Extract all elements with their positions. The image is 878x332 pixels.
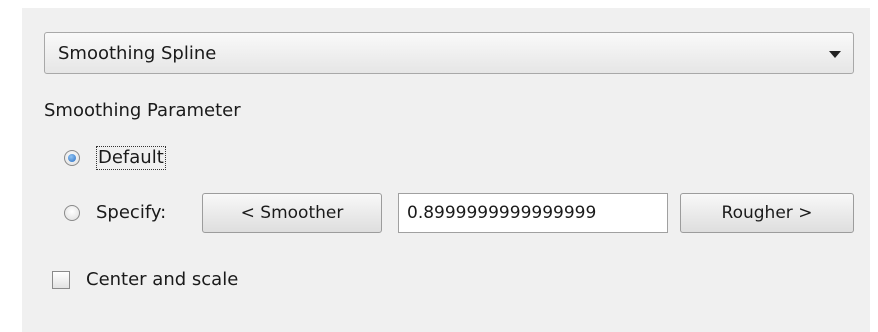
fit-type-selected: Smoothing Spline — [58, 43, 217, 64]
center-scale-checkbox[interactable] — [52, 271, 70, 289]
fit-options-panel: Smoothing Spline Smoothing Parameter Def… — [22, 8, 870, 332]
rougher-button[interactable]: Rougher > — [680, 193, 854, 233]
center-scale-label[interactable]: Center and scale — [86, 269, 238, 291]
default-radio-label[interactable]: Default — [96, 146, 166, 170]
chevron-down-icon — [829, 51, 841, 58]
smoother-button[interactable]: < Smoother — [202, 193, 382, 233]
fit-type-dropdown[interactable]: Smoothing Spline — [44, 32, 854, 74]
default-radio[interactable] — [64, 150, 80, 166]
smoothing-parameter-input[interactable]: 0.8999999999999999 — [398, 193, 668, 233]
specify-radio-label[interactable]: Specify: — [96, 202, 166, 224]
smoothing-parameter-title: Smoothing Parameter — [44, 100, 241, 121]
specify-radio[interactable] — [64, 205, 80, 221]
